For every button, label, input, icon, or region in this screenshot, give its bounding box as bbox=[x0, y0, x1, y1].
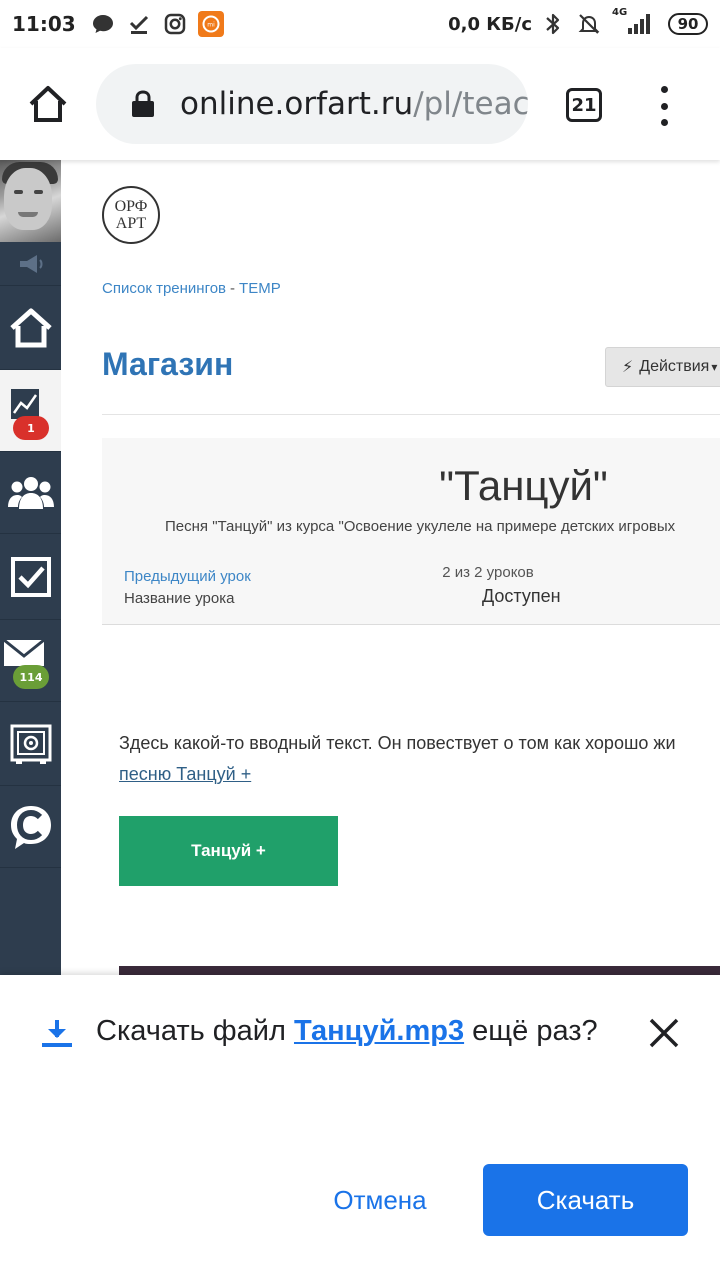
orfart-logo[interactable]: ОРФ АРТ bbox=[102, 186, 160, 244]
divider bbox=[102, 414, 720, 415]
url-host: online.orfart.ru bbox=[180, 86, 414, 122]
download-done-icon bbox=[126, 11, 152, 37]
download-file-link[interactable]: Танцуй.mp3 bbox=[294, 1015, 464, 1047]
chat-logo-icon bbox=[10, 805, 51, 849]
dance-plus-button[interactable]: Танцуй + bbox=[119, 816, 338, 886]
network-type: 4G bbox=[612, 7, 628, 18]
trainings-badge: 1 bbox=[13, 416, 49, 440]
logo-line: АРТ bbox=[115, 215, 147, 232]
avatar-mouth bbox=[18, 212, 38, 217]
breadcrumb-trainings-link[interactable]: Список тренингов bbox=[102, 280, 226, 297]
intro-song-link[interactable]: песню Танцуй + bbox=[119, 764, 251, 784]
url-path: /pl/teac bbox=[413, 86, 528, 122]
actions-button[interactable]: ⚡ Действия ▾ bbox=[605, 347, 720, 387]
dot bbox=[660, 119, 668, 126]
browser-menu-button[interactable] bbox=[654, 86, 674, 126]
caret-down-icon: ▾ bbox=[711, 360, 718, 374]
download-button[interactable]: Скачать bbox=[483, 1164, 688, 1236]
breadcrumb-separator: - bbox=[230, 280, 236, 297]
avatar-eye bbox=[34, 190, 43, 194]
intro-paragraph: Здесь какой-то вводный текст. Он повеств… bbox=[119, 733, 676, 753]
cancel-button[interactable]: Отмена bbox=[300, 1164, 460, 1236]
chat-icon bbox=[90, 11, 116, 37]
home-button[interactable] bbox=[26, 82, 70, 126]
battery-indicator: 90 bbox=[668, 13, 708, 35]
bolt-icon: ⚡ bbox=[622, 359, 634, 376]
url-text: online.orfart.ru/pl/teac bbox=[180, 86, 528, 122]
net-speed: 0,0 КБ/с bbox=[448, 13, 532, 35]
sidebar-item-home[interactable] bbox=[0, 286, 61, 370]
lesson-subtitle: Песня "Танцуй" из курса "Освоение укулел… bbox=[165, 518, 676, 535]
tab-switcher-button[interactable]: 21 bbox=[566, 88, 602, 122]
mute-icon bbox=[576, 11, 602, 37]
page-title: Магазин bbox=[102, 346, 234, 382]
status-time: 11:03 bbox=[12, 12, 76, 36]
avatar-face bbox=[4, 168, 52, 230]
dot bbox=[660, 102, 668, 110]
logo-line: ОРФ bbox=[114, 198, 148, 215]
instagram-icon bbox=[162, 11, 188, 37]
lock-icon bbox=[132, 90, 154, 117]
intro-text: Здесь какой-то вводный текст. Он повеств… bbox=[119, 728, 720, 790]
download-sheet: Скачать файл Танцуй.mp3 ещё раз? Отмена … bbox=[0, 975, 720, 1280]
checkbox-icon bbox=[10, 556, 51, 597]
users-icon bbox=[7, 476, 54, 509]
lesson-count: 2 из 2 уроков bbox=[442, 564, 534, 581]
sidebar-item-notifications[interactable] bbox=[0, 242, 61, 286]
download-message: Скачать файл Танцуй.mp3 ещё раз? bbox=[96, 1011, 606, 1051]
sidebar-item-messages[interactable]: 114 bbox=[0, 620, 61, 702]
avatar[interactable] bbox=[0, 160, 61, 242]
sidebar-item-safe[interactable] bbox=[0, 702, 61, 786]
sidebar-item-tasks[interactable] bbox=[0, 534, 61, 620]
bluetooth-icon bbox=[540, 11, 566, 37]
sidebar-item-chat[interactable] bbox=[0, 786, 61, 868]
download-suffix: ещё раз? bbox=[464, 1015, 598, 1047]
messages-badge: 114 bbox=[13, 665, 49, 689]
dot bbox=[660, 86, 668, 93]
status-right: 0,0 КБ/с 4G 90 bbox=[448, 7, 708, 37]
url-field[interactable]: online.orfart.ru/pl/teac bbox=[96, 64, 528, 144]
browser-toolbar: online.orfart.ru/pl/teac 21 bbox=[0, 48, 720, 160]
download-prefix: Скачать файл bbox=[96, 1015, 294, 1047]
sidebar-item-trainings[interactable]: 1 bbox=[0, 370, 61, 452]
close-icon[interactable] bbox=[646, 1015, 682, 1051]
mail-icon bbox=[2, 638, 45, 666]
screen: 11:03 mi 0,0 КБ/с 4G 90 online.orfart.ru… bbox=[0, 0, 720, 1280]
lesson-title: "Танцуй" bbox=[439, 462, 608, 509]
signal-icon: 4G bbox=[612, 7, 652, 37]
avatar-eye bbox=[14, 190, 23, 194]
safe-icon bbox=[10, 724, 51, 764]
megaphone-icon bbox=[19, 254, 42, 273]
page-content: ОРФ АРТ Список тренингов - TEMP Магазин ⚡ … bbox=[61, 160, 720, 975]
mi-app-icon: mi bbox=[197, 11, 224, 37]
home-icon bbox=[9, 308, 52, 347]
lesson-status: Доступен bbox=[482, 586, 561, 606]
lesson-header: "Танцуй" Песня "Танцуй" из курса "Освоен… bbox=[102, 438, 720, 625]
breadcrumb: Список тренингов - TEMP bbox=[102, 280, 281, 297]
status-bar: 11:03 mi 0,0 КБ/с 4G 90 bbox=[0, 0, 720, 48]
home-icon bbox=[29, 86, 67, 122]
media-player-edge bbox=[119, 966, 720, 975]
svg-text:mi: mi bbox=[207, 22, 215, 29]
breadcrumb-temp-link[interactable]: TEMP bbox=[239, 280, 281, 297]
sidebar-item-users[interactable] bbox=[0, 452, 61, 534]
actions-label: Действия bbox=[639, 358, 710, 375]
previous-lesson-link[interactable]: Предыдущий урок bbox=[124, 568, 251, 585]
sidebar: 1 114 bbox=[0, 160, 61, 975]
download-icon bbox=[42, 1020, 72, 1047]
lesson-name-label: Название урока bbox=[124, 590, 235, 607]
